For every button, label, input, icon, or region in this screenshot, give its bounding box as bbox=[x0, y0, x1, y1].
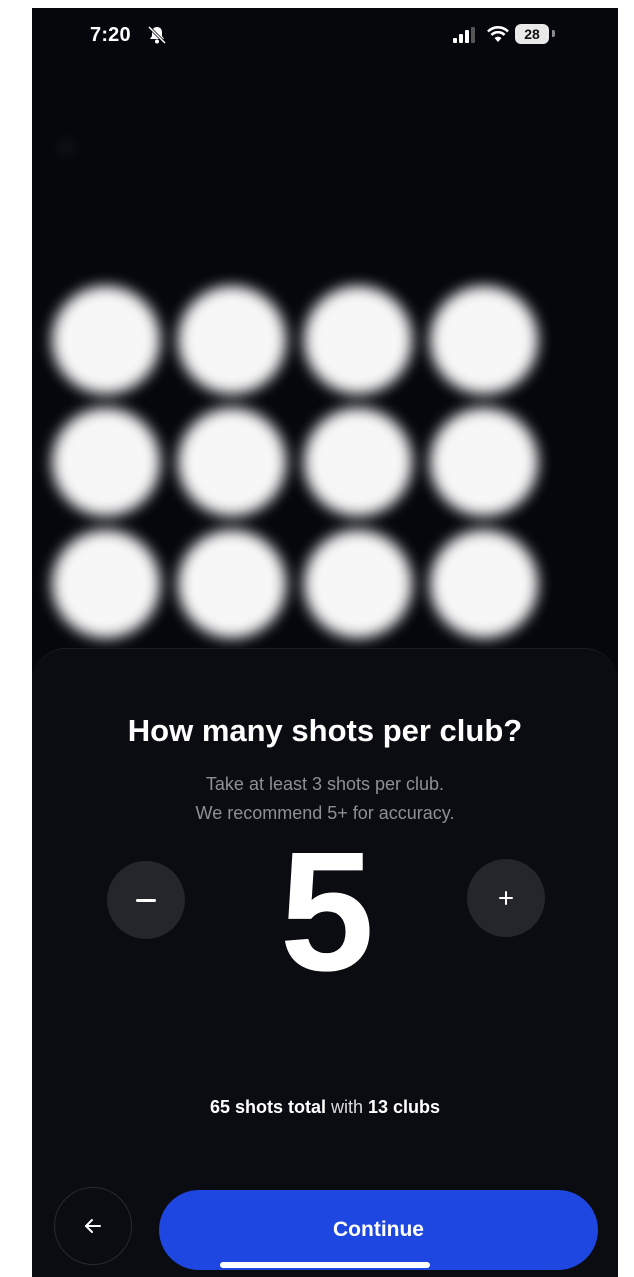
status-bar: 7:20 28 bbox=[32, 8, 618, 60]
club-button bbox=[304, 408, 412, 516]
club-button bbox=[430, 286, 538, 394]
continue-button[interactable]: Continue bbox=[159, 1190, 598, 1270]
sheet-title: How many shots per club? bbox=[127, 713, 523, 748]
status-time: 7:20 bbox=[90, 24, 131, 46]
club-button bbox=[52, 530, 160, 638]
wifi-icon bbox=[487, 26, 509, 42]
signal-icon bbox=[453, 27, 475, 43]
club-button bbox=[52, 286, 160, 394]
club-button bbox=[304, 286, 412, 394]
club-button bbox=[178, 408, 286, 516]
battery-tip bbox=[552, 30, 555, 37]
increment-button[interactable] bbox=[467, 859, 545, 937]
back-button[interactable] bbox=[54, 1187, 132, 1265]
club-button bbox=[430, 408, 538, 516]
club-count: 13 clubs bbox=[368, 1097, 441, 1117]
club-button bbox=[178, 530, 286, 638]
app-screen: 7:20 28 ‹ How many shots per club? Take … bbox=[32, 8, 618, 1277]
shots-per-club-value: 5 bbox=[279, 817, 375, 1007]
shots-summary: 65 shots total with 13 clubs bbox=[32, 1097, 618, 1118]
club-button bbox=[178, 286, 286, 394]
blurred-club-grid: ‹ bbox=[32, 68, 618, 688]
arrow-left-icon bbox=[85, 1219, 101, 1233]
sheet-subtitle-line1: Take at least 3 shots per club. bbox=[205, 774, 445, 794]
club-button bbox=[304, 530, 412, 638]
summary-connector: with bbox=[325, 1097, 368, 1117]
home-indicator bbox=[220, 1262, 430, 1268]
decrement-button[interactable] bbox=[107, 861, 185, 939]
plus-icon bbox=[499, 891, 513, 905]
club-button bbox=[52, 408, 160, 516]
bell-slash-icon bbox=[147, 25, 167, 45]
shots-per-club-sheet: How many shots per club? Take at least 3… bbox=[32, 648, 618, 1277]
club-button bbox=[430, 530, 538, 638]
back-arrow-icon: ‹ bbox=[62, 130, 71, 160]
battery-icon: 28 bbox=[515, 24, 549, 44]
total-shots: 65 shots total bbox=[209, 1097, 326, 1117]
minus-icon bbox=[136, 898, 156, 902]
